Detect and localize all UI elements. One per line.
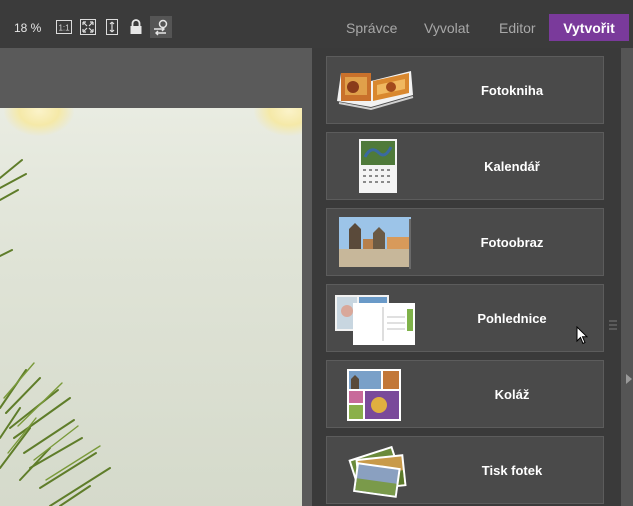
create-item-label: Fotoobraz <box>480 234 544 250</box>
tab-spravce[interactable]: Správce <box>346 20 397 36</box>
collage-thumbnail <box>333 365 415 423</box>
create-item-tisk-fotek[interactable]: Tisk fotek <box>326 436 604 504</box>
create-item-label: Pohlednice <box>477 310 547 326</box>
photobook-thumbnail <box>333 61 415 119</box>
resize-grip-icon[interactable] <box>609 317 617 330</box>
person-sync-icon[interactable] <box>150 16 172 38</box>
panel-scrollbar[interactable] <box>607 48 621 506</box>
mouse-cursor-icon <box>576 325 589 350</box>
create-item-label: Tisk fotek <box>481 462 543 478</box>
photo-prints-thumbnail <box>333 441 415 499</box>
postcard-thumbnail <box>333 289 415 347</box>
create-item-fotoobraz[interactable]: Fotoobraz <box>326 208 604 276</box>
actual-size-icon[interactable]: 1:1 <box>55 18 73 36</box>
fit-height-icon[interactable] <box>103 18 121 36</box>
canvas-photo <box>0 108 302 506</box>
fit-screen-icon[interactable] <box>79 18 97 36</box>
collapse-strip[interactable] <box>621 48 633 506</box>
expand-arrow-icon[interactable] <box>626 374 632 384</box>
lock-icon[interactable] <box>127 18 145 36</box>
create-item-kolaz[interactable]: Koláž <box>326 360 604 428</box>
create-item-label: Kalendář <box>484 158 540 174</box>
create-item-kalendar[interactable]: Kalendář <box>326 132 604 200</box>
tab-vytvorit[interactable]: Vytvořit <box>549 14 629 41</box>
zoom-level: 18 % <box>14 21 42 35</box>
calendar-thumbnail <box>333 137 415 195</box>
photo-canvas-thumbnail <box>333 213 415 271</box>
create-item-label: Koláž <box>494 386 530 402</box>
pine-branch-image <box>0 159 111 506</box>
tab-vyvolat[interactable]: Vyvolat <box>424 20 469 36</box>
tab-editor[interactable]: Editor <box>499 20 536 36</box>
create-item-fotokniha[interactable]: Fotokniha <box>326 56 604 124</box>
top-toolbar: 18 % 1:1 Správce Vyvolat Editor Vytvořit <box>0 0 633 48</box>
create-item-pohlednice[interactable]: Pohlednice <box>326 284 604 352</box>
create-item-label: Fotokniha <box>480 82 544 98</box>
svg-text:1:1: 1:1 <box>58 24 70 33</box>
